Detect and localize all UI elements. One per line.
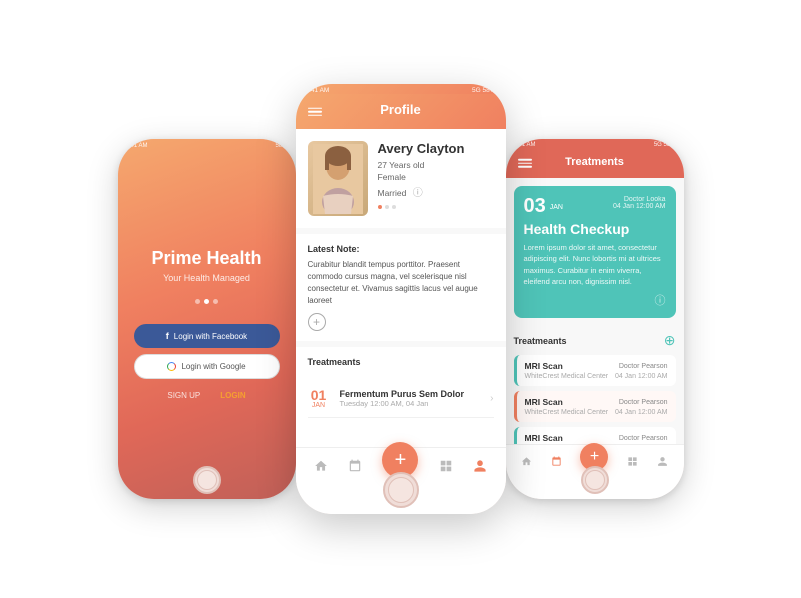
note-label: Latest Note:: [308, 244, 494, 254]
hamburger-menu[interactable]: [308, 107, 322, 116]
facebook-icon: f: [166, 331, 169, 341]
avatar: [308, 141, 368, 216]
dot-2: [204, 299, 209, 304]
right-treatment-item-1[interactable]: MRI Scan Doctor Pearson WhiteCrest Medic…: [514, 355, 676, 386]
treatment-list-item[interactable]: 01 JAN Fermentum Purus Sem Dolor Tuesday…: [308, 380, 494, 418]
phone-center: 9:41 AM 5G 58% Profile: [296, 84, 506, 514]
user-age: 27 Years old: [378, 160, 494, 170]
right-treatment-item-2[interactable]: MRI Scan Doctor Pearson WhiteCrest Medic…: [514, 391, 676, 422]
google-login-button[interactable]: Login with Google: [134, 354, 280, 379]
card-day: 03: [524, 196, 546, 217]
nav-home-icon[interactable]: [314, 459, 328, 473]
right-nav-calendar[interactable]: [551, 456, 562, 467]
user-status: Married ⓘ: [378, 184, 494, 199]
nav-grid-icon[interactable]: [439, 459, 453, 473]
treatments-list-header: Treatmeants ⊕: [514, 332, 676, 349]
facebook-login-button[interactable]: f Login with Facebook: [134, 324, 280, 348]
user-name: Avery Clayton: [378, 141, 494, 156]
treatments-main-header: Treatments: [506, 148, 684, 178]
phones-container: 9:41 AM 58% Prime Health Your Health Man…: [0, 0, 801, 598]
right-treatment-item-3[interactable]: MRI Scan Doctor Pearson WhiteCrest Medic…: [514, 427, 676, 444]
treatments-section: Treatmeants 01 JAN Fermentum Purus Sem D…: [296, 347, 506, 447]
home-button-left[interactable]: [193, 466, 221, 494]
card-title: Health Checkup: [524, 221, 666, 237]
treatments-label: Treatmeants: [308, 357, 361, 367]
google-icon: [167, 362, 176, 371]
profile-title: Profile: [380, 102, 420, 117]
right-nav-grid[interactable]: [627, 456, 638, 467]
health-checkup-card[interactable]: 03 JAN Doctor Looka 04 Jan 12:00 AM Heal…: [514, 186, 676, 318]
right-treatments-label: Treatmeants: [514, 336, 567, 346]
treatments-screen-right: 9:41 AM 5G 58% Treatments 0: [506, 139, 684, 499]
home-button-center[interactable]: [383, 472, 419, 508]
dot-3: [213, 299, 218, 304]
card-description: Lorem ipsum dolor sit amet, consectetur …: [524, 242, 666, 287]
nav-person-icon[interactable]: [473, 459, 487, 473]
add-treatment-icon[interactable]: ⊕: [664, 332, 676, 349]
profile-dots: [378, 205, 494, 209]
login-links: SIGN UP LOGIN: [167, 391, 245, 400]
right-hamburger-menu[interactable]: [518, 159, 532, 168]
center-status-right: 5G 58%: [472, 87, 496, 94]
profile-header: Profile: [296, 94, 506, 129]
treatments-header-row: Treatmeants: [308, 357, 494, 372]
signup-link[interactable]: SIGN UP: [167, 391, 200, 400]
treatment-arrow-icon: ›: [490, 393, 493, 404]
phone-right: 9:41 AM 5G 58% Treatments 0: [506, 139, 684, 499]
status-bar-left: 9:41 AM 58%: [118, 139, 296, 149]
right-treatments-list: Treatmeants ⊕ MRI Scan Doctor Pearson Wh…: [506, 326, 684, 444]
dot-1: [195, 299, 200, 304]
card-month: JAN: [550, 196, 563, 214]
note-text: Curabitur blandit tempus porttitor. Prae…: [308, 259, 494, 307]
card-date-row: 03 JAN Doctor Looka 04 Jan 12:00 AM: [524, 196, 666, 217]
home-button-right[interactable]: [581, 466, 609, 494]
treatments-screen-title: Treatments: [565, 156, 624, 168]
latest-note-section: Latest Note: Curabitur blandit tempus po…: [296, 234, 506, 341]
page-dots: [195, 299, 218, 304]
card-doctor-info: Doctor Looka 04 Jan 12:00 AM: [567, 196, 666, 210]
right-nav-person[interactable]: [657, 456, 668, 467]
profile-details: Avery Clayton 27 Years old Female Marrie…: [378, 141, 494, 216]
phone-left: 9:41 AM 58% Prime Health Your Health Man…: [118, 139, 296, 499]
app-title: Prime Health: [151, 248, 261, 269]
add-note-button[interactable]: +: [308, 313, 326, 331]
right-nav-home[interactable]: [521, 456, 532, 467]
profile-info: Avery Clayton 27 Years old Female Marrie…: [296, 129, 506, 228]
profile-screen: 9:41 AM 5G 58% Profile: [296, 84, 506, 514]
center-status-time: 9:41 AM: [306, 87, 330, 94]
app-subtitle: Your Health Managed: [163, 273, 250, 283]
card-info-icon: ⓘ: [524, 292, 666, 308]
treatment-info: Fermentum Purus Sem Dolor Tuesday 12:00 …: [340, 389, 491, 408]
avatar-image: [313, 144, 363, 214]
nav-calendar-icon[interactable]: [348, 459, 362, 473]
user-gender: Female: [378, 172, 494, 182]
login-link[interactable]: LOGIN: [220, 391, 245, 400]
info-icon: ⓘ: [413, 188, 423, 199]
login-screen: 9:41 AM 58% Prime Health Your Health Man…: [118, 139, 296, 499]
treatment-date: 01 JAN: [308, 388, 330, 409]
